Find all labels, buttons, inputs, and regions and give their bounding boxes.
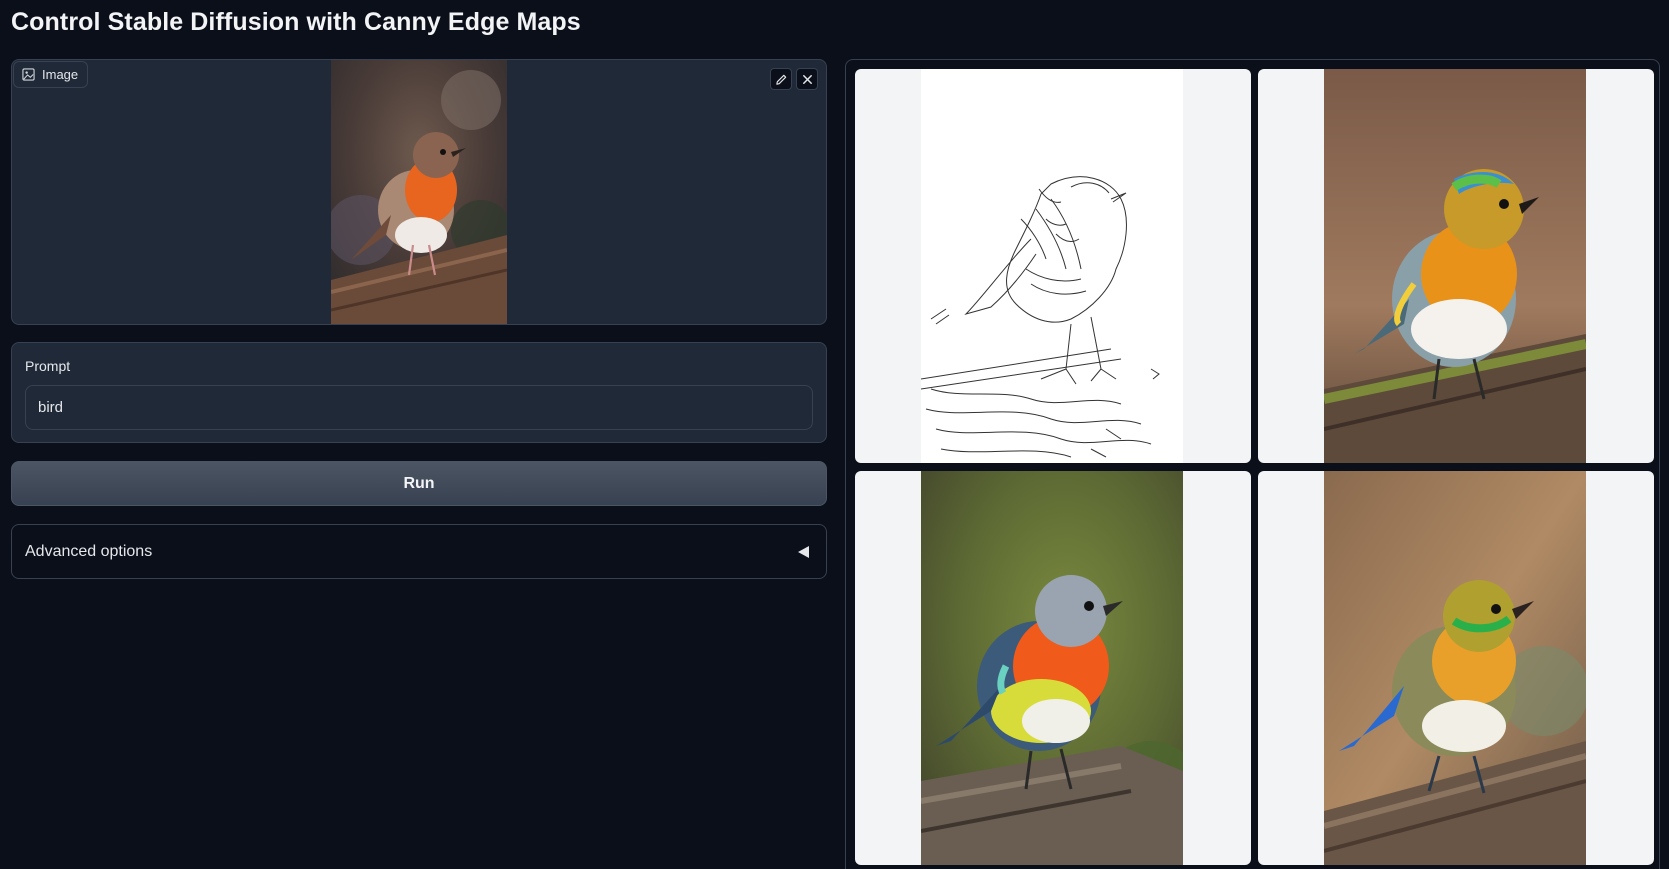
run-button[interactable]: Run [11,461,827,506]
triangle-left-icon [798,545,809,558]
edit-button[interactable] [770,68,792,90]
prompt-input[interactable] [25,385,813,430]
close-icon [802,74,812,84]
gallery-item-generated-2[interactable] [855,471,1251,865]
image-label-tag: Image [13,61,89,88]
gallery-item-edge-map[interactable] [855,69,1251,463]
page-title: Control Stable Diffusion with Canny Edge… [11,8,581,36]
prompt-panel: Prompt [11,342,827,443]
output-gallery [845,59,1660,869]
close-button[interactable] [796,68,818,90]
advanced-options-label: Advanced options [25,542,153,560]
prompt-label: Prompt [25,358,71,374]
pencil-icon [775,74,786,85]
generated-bird-image-3 [1324,471,1586,865]
input-bird-photo [331,60,507,324]
image-input-panel[interactable]: Image [11,59,827,325]
canny-edge-image [921,69,1183,463]
gallery-item-generated-1[interactable] [1258,69,1654,463]
gallery-item-generated-3[interactable] [1258,471,1654,865]
generated-bird-image-2 [921,471,1183,865]
advanced-options-toggle[interactable]: Advanced options [11,524,827,579]
image-label-text: Image [42,67,79,82]
generated-bird-image-1 [1324,69,1586,463]
image-icon [22,68,35,81]
